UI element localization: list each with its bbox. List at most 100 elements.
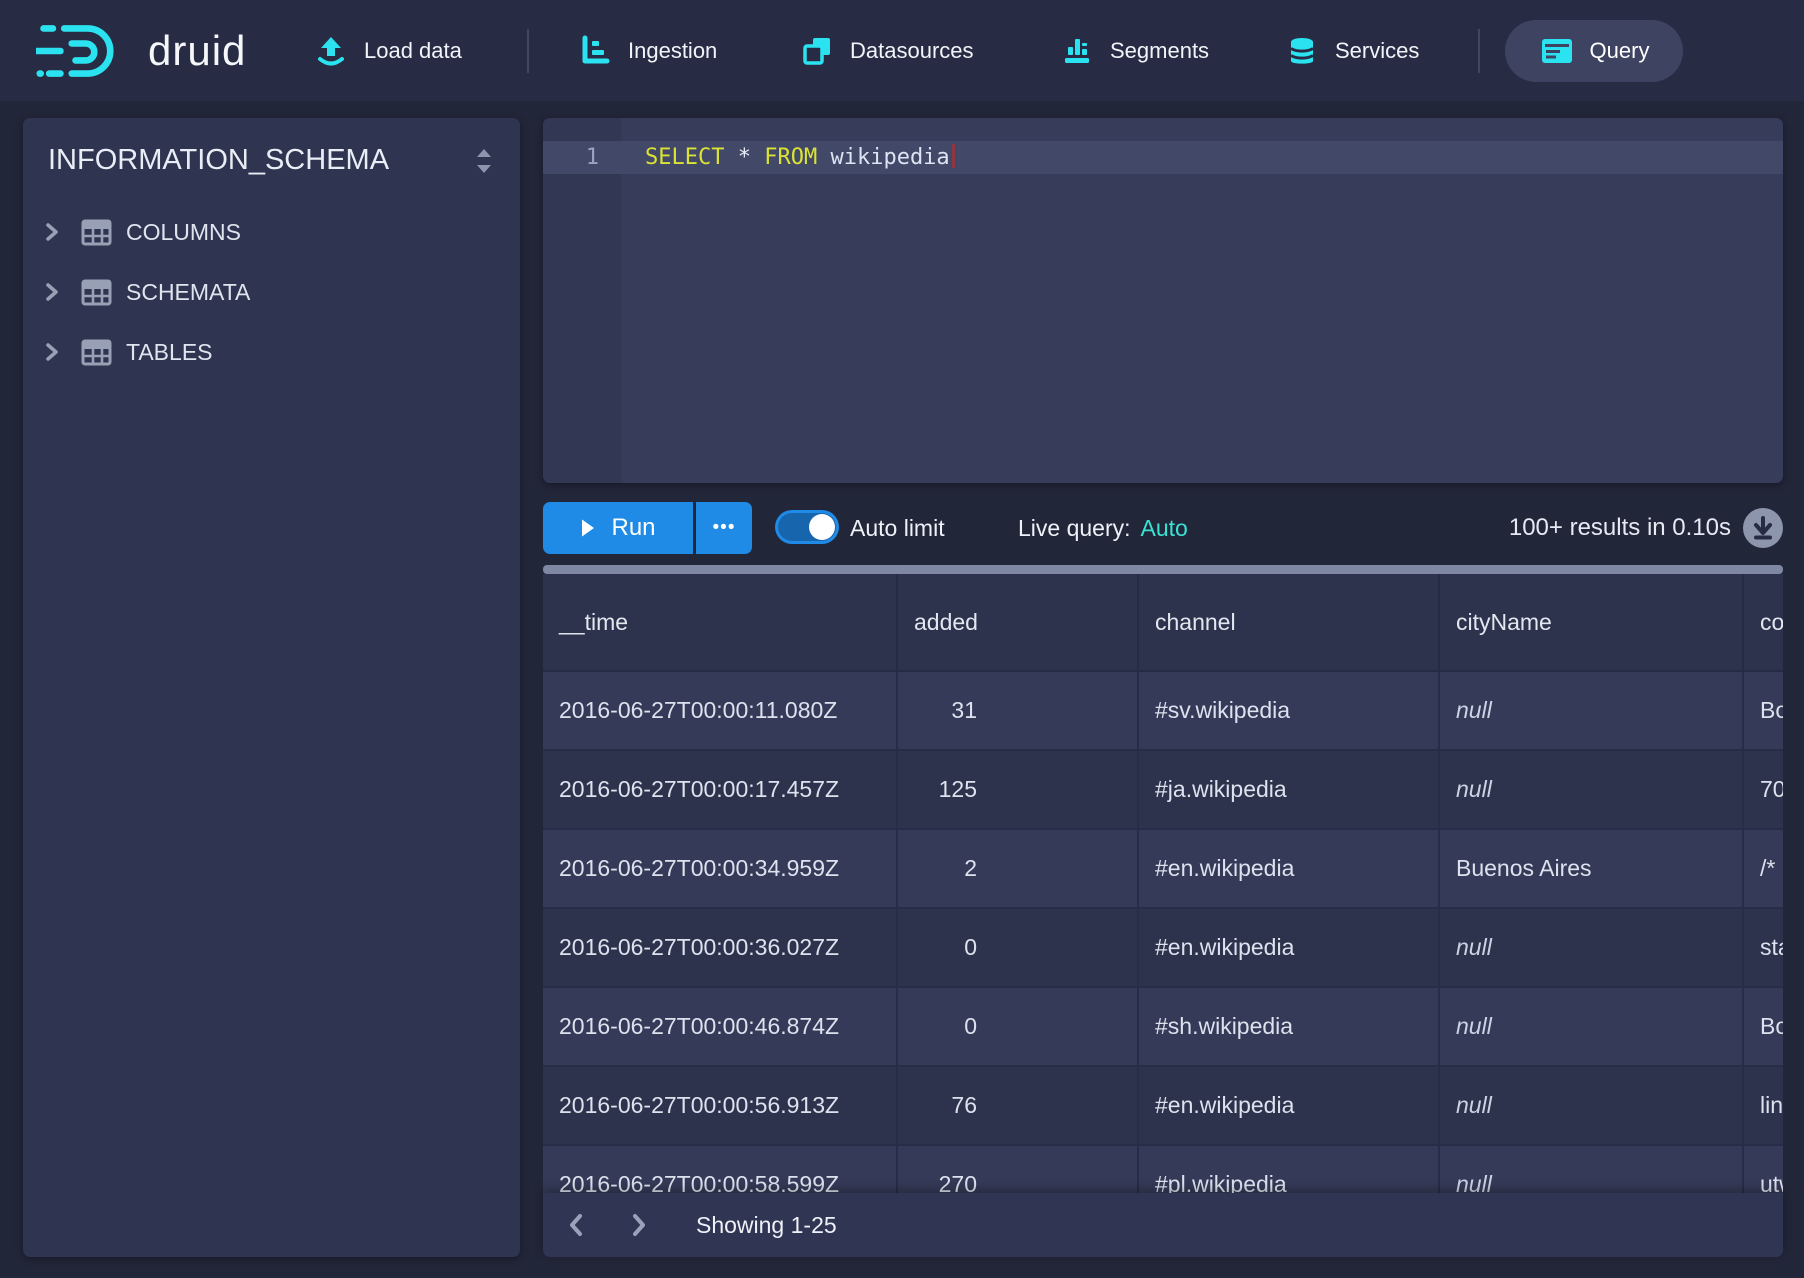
- sql-editor[interactable]: 1 SELECT * FROM wikipedia: [543, 118, 1783, 483]
- pagination-bar: Showing 1-25: [543, 1193, 1783, 1257]
- live-query-value[interactable]: Auto: [1141, 515, 1188, 541]
- table-cell-added[interactable]: 76: [898, 1067, 1139, 1146]
- auto-limit-toggle[interactable]: [775, 510, 839, 544]
- tree-item-label: COLUMNS: [126, 219, 241, 246]
- previous-page-button[interactable]: [565, 1212, 587, 1238]
- results-table: __time added channel cityName comment 20…: [543, 574, 1783, 1257]
- tree-item-tables[interactable]: TABLES: [23, 322, 520, 382]
- column-header-added[interactable]: added: [898, 574, 1139, 672]
- table-row: 2016-06-27T00:00:17.457Z125#ja.wikipedia…: [543, 751, 1783, 830]
- table-cell-cityName[interactable]: null: [1440, 909, 1744, 988]
- chevron-right-icon: [42, 221, 62, 243]
- nav-item-services[interactable]: Services: [1285, 0, 1419, 101]
- table-cell-added[interactable]: 2: [898, 830, 1139, 909]
- sql-keyword: FROM: [764, 145, 817, 170]
- horizontal-scrollbar[interactable]: [543, 565, 1783, 574]
- download-icon[interactable]: [1743, 508, 1783, 548]
- table-row: 2016-06-27T00:00:11.080Z31#sv.wikipedian…: [543, 672, 1783, 751]
- column-header-comment[interactable]: comment: [1744, 574, 1783, 672]
- run-button[interactable]: Run: [543, 502, 693, 554]
- table-cell-channel[interactable]: #en.wikipedia: [1139, 1067, 1440, 1146]
- tree-item-label: SCHEMATA: [126, 279, 250, 306]
- table-cell-time[interactable]: 2016-06-27T00:00:11.080Z: [543, 672, 898, 751]
- table-cell-channel[interactable]: #en.wikipedia: [1139, 909, 1440, 988]
- sql-table-name: wikipedia: [830, 145, 949, 170]
- table-cell-cityName[interactable]: null: [1440, 988, 1744, 1067]
- druid-logo[interactable]: druid: [36, 0, 246, 101]
- table-cell-comment[interactable]: sta: [1744, 909, 1783, 988]
- table-cell-added[interactable]: 0: [898, 988, 1139, 1067]
- nav-item-label: Ingestion: [628, 38, 717, 64]
- column-header-time[interactable]: __time: [543, 574, 898, 672]
- table-cell-cityName[interactable]: null: [1440, 1067, 1744, 1146]
- table-cell-time[interactable]: 2016-06-27T00:00:34.959Z: [543, 830, 898, 909]
- results-rows: 2016-06-27T00:00:11.080Z31#sv.wikipedian…: [543, 672, 1783, 1225]
- live-query-control: Live query: Auto: [1018, 502, 1188, 554]
- run-button-label: Run: [611, 514, 655, 542]
- table-cell-channel[interactable]: #sv.wikipedia: [1139, 672, 1440, 751]
- next-page-button[interactable]: [628, 1212, 650, 1238]
- table-cell-time[interactable]: 2016-06-27T00:00:17.457Z: [543, 751, 898, 830]
- table-cell-channel[interactable]: #en.wikipedia: [1139, 830, 1440, 909]
- nav-divider: [527, 29, 529, 73]
- table-row: 2016-06-27T00:00:34.959Z2#en.wikipediaBu…: [543, 830, 1783, 909]
- table-cell-time[interactable]: 2016-06-27T00:00:36.027Z: [543, 909, 898, 988]
- nav-item-label: Datasources: [850, 38, 974, 64]
- double-caret-vertical-icon[interactable]: [472, 146, 496, 176]
- schema-selector-label[interactable]: INFORMATION_SCHEMA: [48, 144, 389, 177]
- nav-item-segments[interactable]: Segments: [1060, 0, 1209, 101]
- results-header-row: __time added channel cityName comment: [543, 574, 1783, 672]
- table-icon: [81, 279, 112, 306]
- nav-item-label: Services: [1335, 38, 1419, 64]
- table-cell-comment[interactable]: 70:: [1744, 751, 1783, 830]
- nav-item-load-data[interactable]: Load data: [314, 0, 462, 101]
- run-options-button[interactable]: •••: [696, 502, 752, 554]
- nav-item-query-active[interactable]: Query: [1505, 20, 1683, 82]
- chevron-right-icon: [42, 281, 62, 303]
- table-cell-added[interactable]: 0: [898, 909, 1139, 988]
- query-icon: [1539, 34, 1575, 68]
- text-cursor: [952, 144, 955, 168]
- table-cell-channel[interactable]: #ja.wikipedia: [1139, 751, 1440, 830]
- table-cell-comment[interactable]: link: [1744, 1067, 1783, 1146]
- column-header-channel[interactable]: channel: [1139, 574, 1440, 672]
- table-cell-added[interactable]: 125: [898, 751, 1139, 830]
- sql-star: *: [738, 145, 751, 170]
- toggle-knob: [809, 514, 835, 540]
- nav-item-ingestion[interactable]: Ingestion: [578, 0, 717, 101]
- segments-icon: [1060, 34, 1094, 68]
- load-data-icon: [314, 34, 348, 68]
- results-summary: 100+ results in 0.10s: [1509, 502, 1783, 554]
- table-cell-comment[interactable]: Bo: [1744, 988, 1783, 1067]
- table-cell-time[interactable]: 2016-06-27T00:00:46.874Z: [543, 988, 898, 1067]
- nav-item-datasources[interactable]: Datasources: [800, 0, 974, 101]
- table-cell-added[interactable]: 31: [898, 672, 1139, 751]
- nav-item-label: Query: [1590, 38, 1650, 64]
- play-icon: [580, 518, 596, 538]
- sql-keyword: SELECT: [645, 145, 724, 170]
- tree-item-schemata[interactable]: SCHEMATA: [23, 262, 520, 322]
- table-cell-cityName[interactable]: Buenos Aires: [1440, 830, 1744, 909]
- table-cell-cityName[interactable]: null: [1440, 672, 1744, 751]
- live-query-label: Live query:: [1018, 515, 1131, 541]
- top-nav: druid Load data Ingestion Da: [0, 0, 1804, 101]
- nav-item-label: Segments: [1110, 38, 1209, 64]
- column-header-cityname[interactable]: cityName: [1440, 574, 1744, 672]
- ingestion-icon: [578, 34, 612, 68]
- services-icon: [1285, 34, 1319, 68]
- tree-item-columns[interactable]: COLUMNS: [23, 202, 520, 262]
- more-icon: •••: [713, 517, 736, 539]
- auto-limit-label[interactable]: Auto limit: [850, 502, 945, 554]
- pagination-status: Showing 1-25: [696, 1212, 837, 1239]
- table-cell-comment[interactable]: /* S: [1744, 830, 1783, 909]
- results-summary-text: 100+ results in 0.10s: [1509, 514, 1731, 542]
- schema-tree: COLUMNS SCHEMATA: [23, 202, 520, 382]
- tree-item-label: TABLES: [126, 339, 213, 366]
- table-row: 2016-06-27T00:00:36.027Z0#en.wikipedianu…: [543, 909, 1783, 988]
- sql-query-text: SELECT * FROM wikipedia: [645, 141, 955, 174]
- nav-item-label: Load data: [364, 38, 462, 64]
- table-cell-time[interactable]: 2016-06-27T00:00:56.913Z: [543, 1067, 898, 1146]
- table-cell-cityName[interactable]: null: [1440, 751, 1744, 830]
- table-cell-comment[interactable]: Bo: [1744, 672, 1783, 751]
- table-cell-channel[interactable]: #sh.wikipedia: [1139, 988, 1440, 1067]
